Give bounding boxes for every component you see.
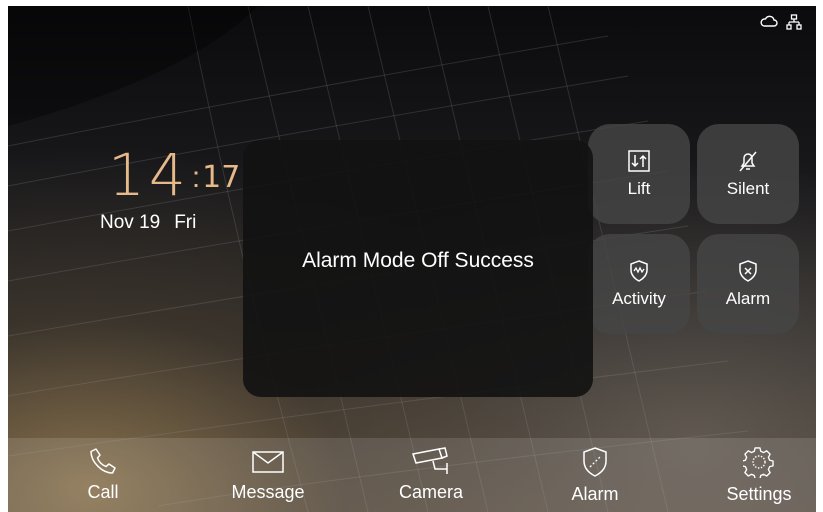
- network-icon: [786, 14, 802, 30]
- nav-call-label: Call: [87, 482, 119, 502]
- date: Nov 19 Fri: [100, 212, 196, 234]
- nav-alarm-label: Alarm: [571, 484, 619, 504]
- nav-message-label: Message: [231, 482, 305, 502]
- date-day: Nov 19: [100, 212, 161, 233]
- shield-icon: [583, 447, 607, 477]
- clock-minute: 17: [202, 160, 241, 195]
- shield-x-icon: [739, 260, 757, 282]
- nav-message[interactable]: Message: [198, 438, 338, 503]
- shield-activity-icon: [630, 260, 648, 282]
- lift-button[interactable]: Lift: [588, 124, 690, 224]
- clock-separator: :: [191, 161, 201, 194]
- lift-icon: [628, 150, 650, 172]
- cloud-icon: [760, 15, 778, 27]
- silent-button[interactable]: Silent: [697, 124, 799, 224]
- toast-message: Alarm Mode Off Success: [302, 248, 534, 272]
- nav-alarm[interactable]: Alarm: [525, 438, 665, 505]
- toast-notification: Alarm Mode Off Success: [243, 140, 593, 397]
- activity-label: Activity: [612, 289, 666, 308]
- lift-label: Lift: [627, 179, 651, 198]
- alarm-quick-label: Alarm: [725, 289, 771, 308]
- device-screen: 14:17 Nov 19 Fri Lift Silent Activity Ala…: [8, 6, 816, 512]
- cctv-icon: [412, 447, 448, 474]
- alarm-quick-button[interactable]: Alarm: [697, 234, 799, 334]
- nav-camera-label: Camera: [398, 482, 464, 502]
- nav-settings-label: Settings: [726, 484, 792, 504]
- clock: 14:17: [108, 141, 240, 209]
- date-weekday: Fri: [174, 212, 197, 233]
- status-bar: [760, 14, 802, 30]
- envelope-icon: [252, 451, 284, 473]
- gear-icon: [743, 447, 774, 478]
- clock-hour: 14: [108, 141, 190, 209]
- phone-icon: [90, 448, 116, 474]
- bottom-nav: Call Message Camera Alarm Settings: [8, 438, 816, 512]
- nav-call[interactable]: Call: [33, 438, 173, 503]
- bell-off-icon: [739, 151, 757, 172]
- silent-label: Silent: [726, 179, 770, 198]
- nav-camera[interactable]: Camera: [361, 438, 501, 503]
- activity-button[interactable]: Activity: [588, 234, 690, 334]
- nav-settings[interactable]: Settings: [689, 438, 816, 505]
